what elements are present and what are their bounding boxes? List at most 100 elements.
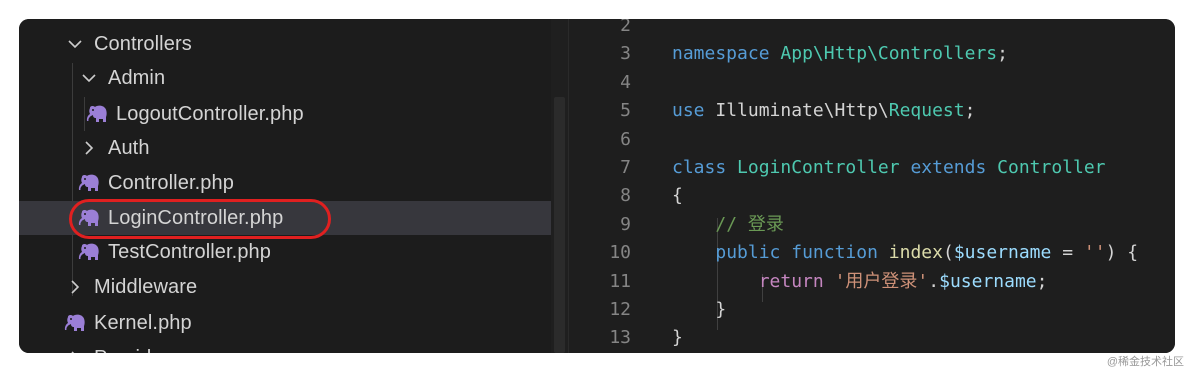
code-token: LoginController <box>737 157 900 178</box>
tree-item-label: Kernel.php <box>94 312 192 334</box>
code-token: ; <box>964 100 976 122</box>
code-token: use <box>672 100 705 122</box>
tree-item-label: TestController.php <box>108 241 272 263</box>
code-line[interactable]: 7 class LoginController extends Controlle… <box>569 154 1175 182</box>
tree-item-controllers[interactable]: Controllers <box>19 27 551 61</box>
tree-item-admin[interactable]: Admin <box>19 61 551 95</box>
code-line[interactable]: 11 return '用户登录'.$username; <box>569 268 1175 296</box>
line-number: 11 <box>609 270 631 292</box>
code-line[interactable]: 5 use Illuminate\Http\Request; <box>569 97 1175 125</box>
code-line[interactable]: 3 namespace App\Http\Controllers; <box>569 40 1175 68</box>
line-number: 6 <box>620 128 631 150</box>
code-token: '' <box>1083 242 1106 264</box>
php-elephant-icon <box>78 208 100 228</box>
tree-item-kernel-php[interactable]: Kernel.php <box>19 306 551 340</box>
code-token: Request <box>888 100 965 122</box>
tree-item-controller-php[interactable]: Controller.php <box>19 166 551 200</box>
line-number: 7 <box>620 157 631 178</box>
code-text: { <box>672 182 683 210</box>
code-token: ; <box>997 43 1008 65</box>
line-number: 10 <box>609 242 631 264</box>
line-number: 8 <box>620 185 631 207</box>
code-line[interactable]: 6 <box>569 126 1175 154</box>
line-number: 5 <box>620 100 631 122</box>
code-line[interactable]: 13} <box>569 324 1175 352</box>
code-token: App\Http\Controllers <box>780 43 998 65</box>
explorer-scrollbar[interactable] <box>551 19 568 353</box>
tree-item-middleware[interactable]: Middleware <box>19 270 551 304</box>
php-elephant-icon <box>78 242 100 262</box>
code-token: class <box>672 157 727 178</box>
code-token: Illuminate\Http\ <box>704 100 889 122</box>
code-text: return '用户登录'.$username; <box>672 268 1048 296</box>
code-text: public function index($username = '') { <box>672 239 1138 267</box>
code-line[interactable]: 2 <box>569 19 1175 40</box>
code-token: } <box>672 299 727 320</box>
line-number: 13 <box>609 327 631 349</box>
tree-item-label: Controller.php <box>108 172 234 194</box>
tree-item-logincontroller-php[interactable]: LoginController.php <box>19 201 551 235</box>
code-text: class LoginController extends Controller <box>672 154 1106 182</box>
code-token: return <box>758 270 824 292</box>
line-number: 9 <box>620 213 631 235</box>
tree-item-label: Admin <box>108 67 166 89</box>
code-token: ( <box>942 242 954 264</box>
chevron-right-icon[interactable] <box>67 270 85 304</box>
code-line[interactable]: 4 <box>569 69 1175 97</box>
tree-item-provid[interactable]: Provid... <box>19 341 551 353</box>
php-elephant-icon <box>78 173 100 193</box>
chevron-right-icon[interactable] <box>81 131 99 165</box>
tree-item-label: LoginController.php <box>108 207 284 229</box>
code-token: { <box>672 185 683 207</box>
code-editor[interactable]: 2 3 namespace App\Http\Controllers; 4 5 use I… <box>569 19 1175 353</box>
tree-item-logoutcontroller-php[interactable]: LogoutController.php <box>19 97 551 131</box>
line-number: 12 <box>609 299 631 320</box>
code-token: ) { <box>1105 242 1139 264</box>
code-token: = <box>1051 242 1084 264</box>
line-number: 4 <box>620 71 631 93</box>
code-token: $username <box>953 242 1052 264</box>
code-line[interactable]: 8{ <box>569 182 1175 210</box>
code-token: '用户登录' <box>834 270 929 292</box>
php-elephant-icon <box>64 313 86 333</box>
code-token: } <box>672 327 683 349</box>
chevron-down-icon[interactable] <box>67 27 85 61</box>
chevron-down-icon[interactable] <box>81 61 99 95</box>
code-token: function <box>791 242 878 264</box>
code-token: ; <box>1036 270 1048 292</box>
explorer-scrollbar-thumb[interactable] <box>554 97 565 353</box>
code-token: // 登录 <box>715 213 784 235</box>
code-text: } <box>672 296 726 324</box>
code-token: Controller <box>997 157 1106 178</box>
tree-item-label: Controllers <box>94 33 192 55</box>
watermark: @稀金技术社区 <box>1106 356 1184 368</box>
tree-item-auth[interactable]: Auth <box>19 131 551 165</box>
code-line[interactable]: 10 public function index($username = '')… <box>569 239 1175 267</box>
code-token: extends <box>910 157 987 178</box>
code-token: . <box>928 270 940 292</box>
editor-window: Controllers Admin LogoutController.php Auth… <box>19 19 1175 353</box>
code-text: // 登录 <box>672 211 784 239</box>
line-number: 3 <box>620 43 631 65</box>
code-text: } <box>672 324 683 352</box>
code-token: index <box>888 242 943 264</box>
tree-item-label: LogoutController.php <box>116 103 304 125</box>
tree-item-testcontroller-php[interactable]: TestController.php <box>19 235 551 269</box>
tree-item-label: Middleware <box>94 276 198 298</box>
code-token: $username <box>939 270 1037 292</box>
code-line[interactable]: 12 } <box>569 296 1175 324</box>
file-explorer: Controllers Admin LogoutController.php Auth… <box>19 19 568 353</box>
chevron-right-icon[interactable] <box>67 341 85 353</box>
php-elephant-icon <box>86 104 108 124</box>
code-line[interactable]: 9 // 登录 <box>569 211 1175 239</box>
